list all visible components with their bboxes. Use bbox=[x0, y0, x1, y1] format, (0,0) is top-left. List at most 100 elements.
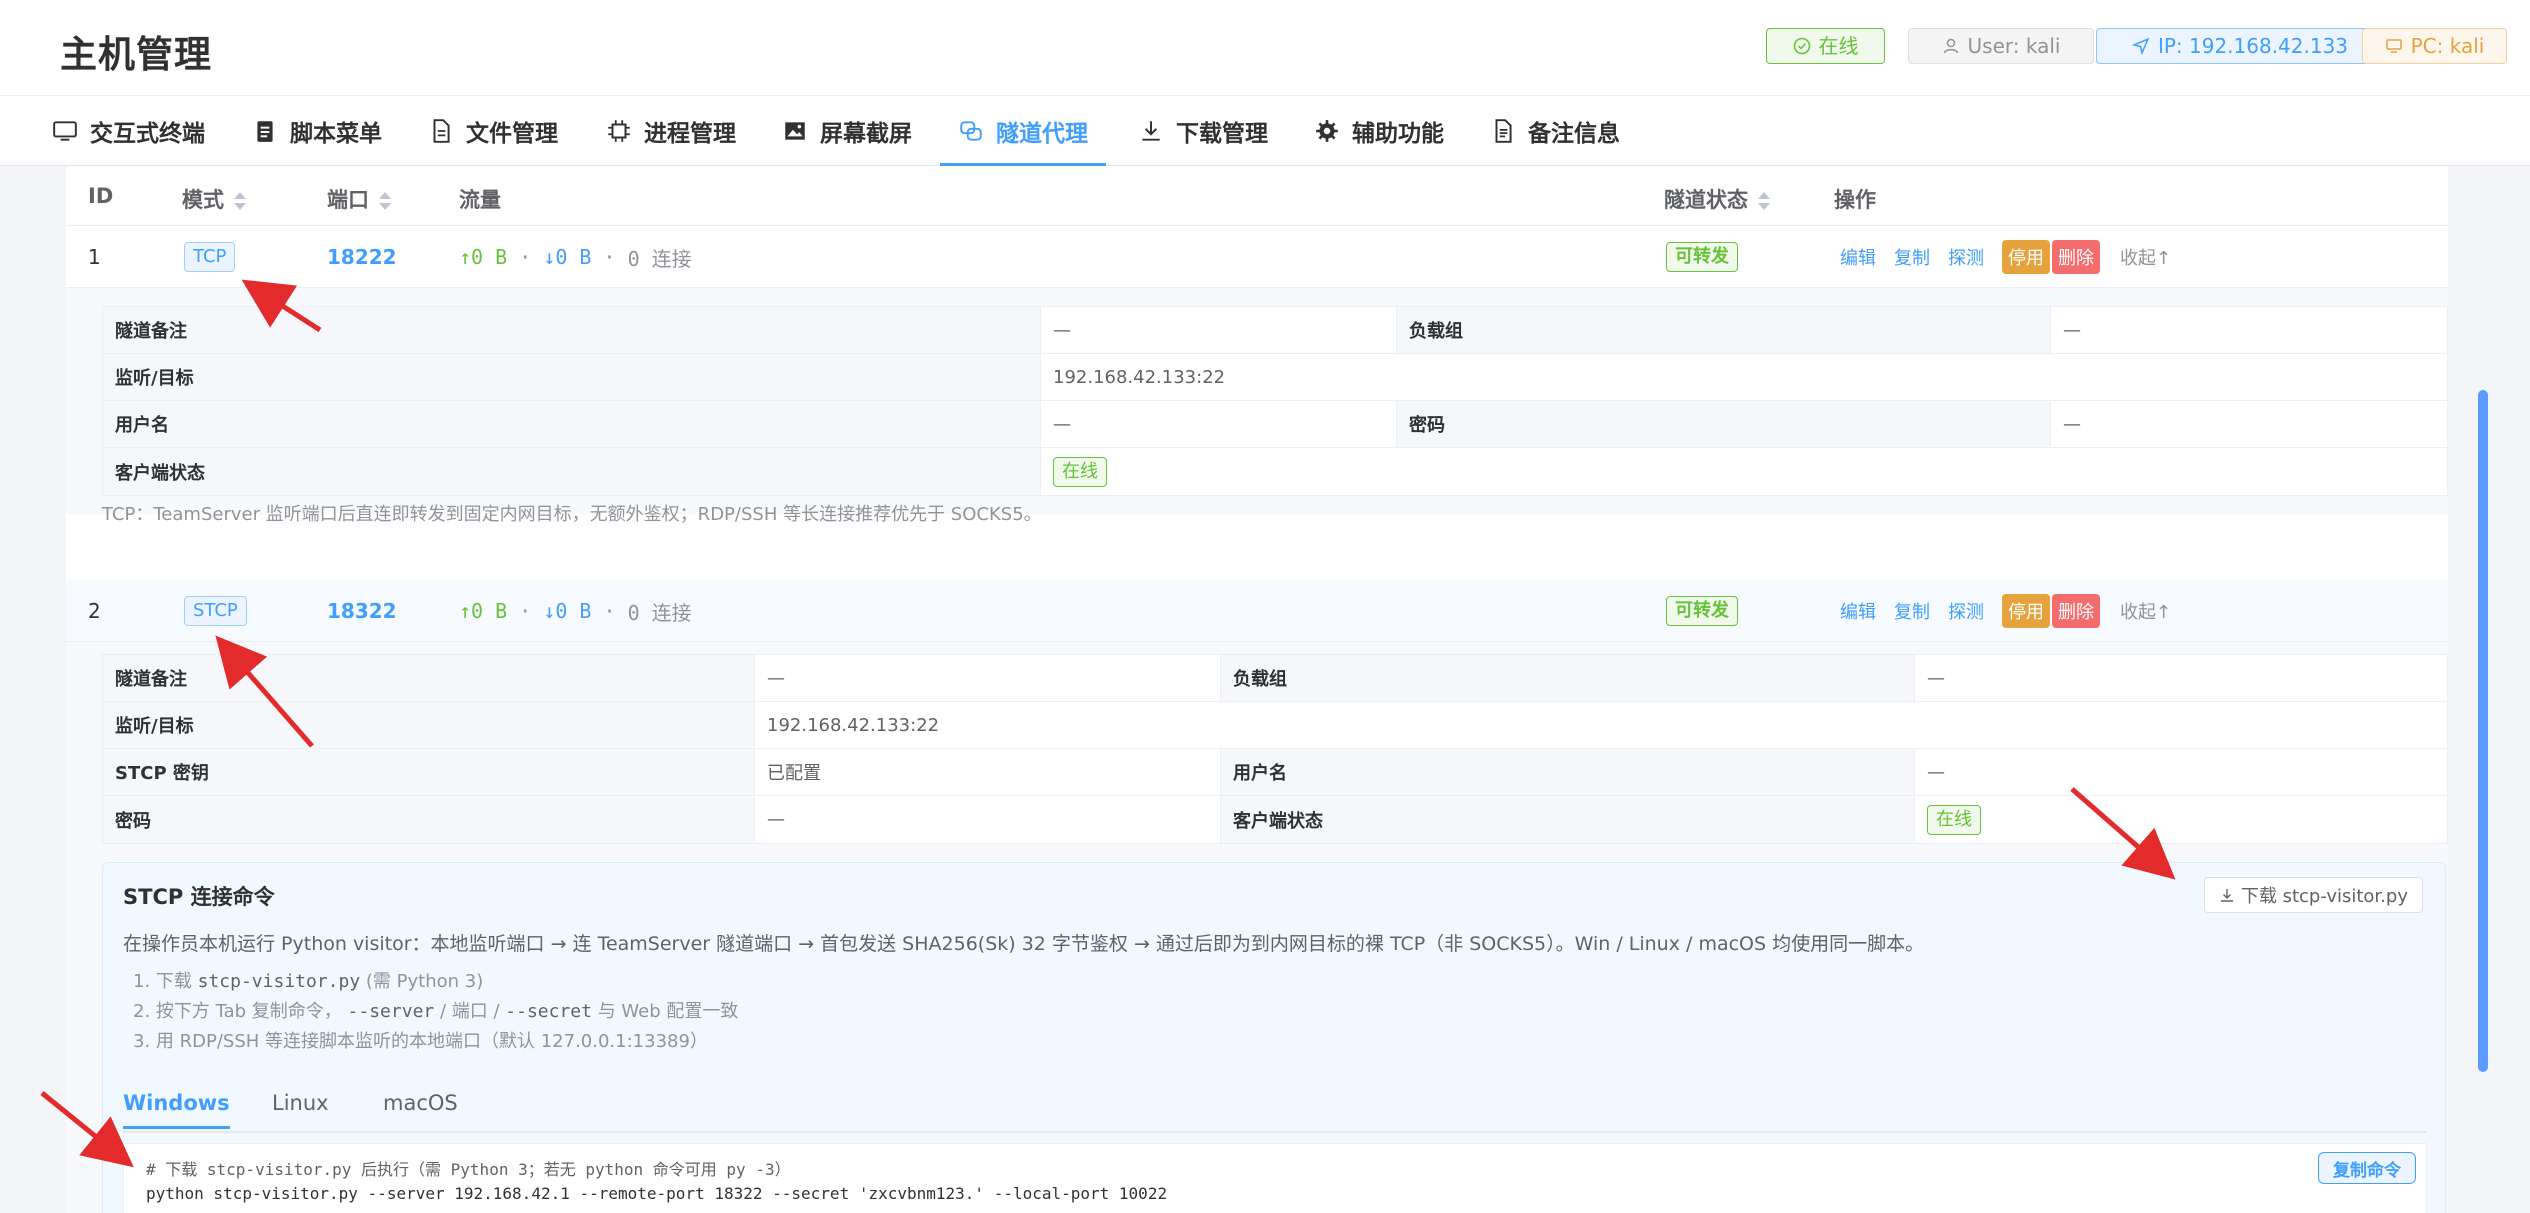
step-1: 1. 下载 stcp-visitor.py (需 Python 3) bbox=[133, 971, 484, 992]
detail-value: — bbox=[1915, 749, 2448, 796]
detail-label: 监听/目标 bbox=[103, 702, 755, 749]
tab-screenshot[interactable]: 屏幕截屏 bbox=[764, 96, 930, 166]
detail-table: 隧道备注 — 负载组 — 监听/目标 192.168.42.133:22 STC… bbox=[102, 654, 2448, 844]
detail-label: 客户端状态 bbox=[1221, 796, 1915, 843]
tab-label: 脚本菜单 bbox=[290, 121, 382, 147]
traffic-down: ↓0 B bbox=[543, 599, 592, 623]
probe-link[interactable]: 探测 bbox=[1948, 244, 1984, 270]
image-icon bbox=[785, 122, 805, 140]
tab-windows[interactable]: Windows bbox=[123, 1091, 230, 1129]
col-mode-header[interactable]: 模式 bbox=[182, 184, 246, 214]
copy-link[interactable]: 复制 bbox=[1894, 244, 1930, 270]
edit-link[interactable]: 编辑 bbox=[1840, 598, 1876, 624]
detail-label: STCP 密钥 bbox=[103, 749, 755, 796]
main-tabs: 交互式终端 脚本菜单 文件管理 进程管理 屏幕截屏 隧道代理 下载管理 辅助功能… bbox=[0, 96, 2530, 166]
tab-scripts[interactable]: 脚本菜单 bbox=[234, 96, 400, 166]
pc-badge: PC: kali bbox=[2362, 28, 2507, 64]
link-icon bbox=[960, 121, 982, 141]
detail-label: 负载组 bbox=[1221, 655, 1915, 702]
disable-button[interactable]: 停用 bbox=[2002, 594, 2050, 628]
monitor-icon bbox=[53, 121, 77, 141]
online-status-badge: 在线 bbox=[1766, 28, 1885, 64]
row-detail-1: 隧道备注 — 负载组 — 监听/目标 192.168.42.133:22 用户名… bbox=[66, 288, 2448, 525]
detail-label: 负载组 bbox=[1397, 307, 2051, 354]
file-icon bbox=[433, 119, 450, 143]
tunnel-state-tag: 可转发 bbox=[1666, 596, 1738, 626]
user-badge: User: kali bbox=[1908, 28, 2094, 64]
send-icon bbox=[2131, 37, 2150, 55]
stcp-panel-title: STCP 连接命令 bbox=[123, 885, 275, 909]
sort-icon bbox=[379, 192, 391, 210]
check-circle-icon bbox=[1793, 37, 1810, 55]
stcp-command-panel: STCP 连接命令 下载 stcp-visitor.py 在操作员本机运行 Py… bbox=[102, 862, 2446, 1213]
table-row: 2 STCP 18322 ↑0 B · ↓0 B · 0 连接 可转发 编辑 复… bbox=[66, 580, 2448, 642]
port-value: 18322 bbox=[327, 599, 397, 623]
cpu-icon bbox=[608, 120, 630, 142]
mode-tag: STCP bbox=[184, 596, 247, 626]
col-state-header[interactable]: 隧道状态 bbox=[1664, 184, 1770, 214]
user-icon bbox=[1943, 38, 1958, 54]
traffic-up: ↑0 B bbox=[459, 245, 508, 269]
pc-label: PC: kali bbox=[2410, 34, 2485, 58]
download-visitor-button[interactable]: 下载 stcp-visitor.py bbox=[2203, 877, 2423, 913]
detail-label: 客户端状态 bbox=[103, 448, 1041, 495]
sort-icon bbox=[1758, 192, 1770, 210]
traffic-summary: ↑0 B · ↓0 B · 0 连接 bbox=[459, 226, 692, 288]
command-code-block[interactable]: # 下载 stcp-visitor.py 后执行（需 Python 3；若无 p… bbox=[123, 1143, 2427, 1213]
clipboard-icon bbox=[257, 121, 273, 142]
row-id: 1 bbox=[88, 245, 101, 269]
tab-auxiliary[interactable]: 辅助功能 bbox=[1296, 96, 1462, 166]
col-traffic-header: 流量 bbox=[459, 188, 501, 212]
stcp-steps: 1. 下载 stcp-visitor.py (需 Python 3) 2. 按下… bbox=[133, 967, 738, 1057]
os-tabs: Windows Linux macOS bbox=[123, 1083, 2427, 1133]
ip-label: IP: 192.168.42.133 bbox=[2157, 34, 2349, 58]
tab-downloads[interactable]: 下载管理 bbox=[1120, 96, 1286, 166]
code-comment-line: # 下载 stcp-visitor.py 后执行（需 Python 3；若无 p… bbox=[146, 1160, 791, 1179]
tab-linux[interactable]: Linux bbox=[272, 1091, 329, 1115]
edit-link[interactable]: 编辑 bbox=[1840, 244, 1876, 270]
client-status-tag: 在线 bbox=[1927, 804, 1981, 835]
tab-processes[interactable]: 进程管理 bbox=[588, 96, 754, 166]
tab-tunnel-proxy[interactable]: 隧道代理 bbox=[940, 96, 1106, 166]
col-id-header: ID bbox=[88, 184, 114, 208]
col-ops-header: 操作 bbox=[1834, 188, 1876, 212]
copy-command-button[interactable]: 复制命令 bbox=[2318, 1152, 2416, 1184]
delete-button[interactable]: 删除 bbox=[2052, 594, 2100, 628]
delete-button[interactable]: 删除 bbox=[2052, 240, 2100, 274]
detail-value: 192.168.42.133:22 bbox=[1041, 354, 2448, 401]
download-icon bbox=[1142, 121, 1160, 141]
probe-link[interactable]: 探测 bbox=[1948, 598, 1984, 624]
disable-button[interactable]: 停用 bbox=[2002, 240, 2050, 274]
stcp-description: 在操作员本机运行 Python visitor：本地监听端口 → 连 TeamS… bbox=[123, 933, 1925, 955]
tab-label: 文件管理 bbox=[466, 121, 558, 147]
connection-count: 0 连接 bbox=[627, 600, 692, 625]
copy-link[interactable]: 复制 bbox=[1894, 598, 1930, 624]
download-button-label: 下载 stcp-visitor.py bbox=[2240, 886, 2408, 907]
collapse-link[interactable]: 收起↑ bbox=[2120, 598, 2171, 624]
tab-terminal[interactable]: 交互式终端 bbox=[34, 96, 223, 166]
tab-macos[interactable]: macOS bbox=[383, 1091, 458, 1115]
gear-icon bbox=[1316, 120, 1338, 142]
tab-notes[interactable]: 备注信息 bbox=[1472, 96, 1638, 166]
collapse-link[interactable]: 收起↑ bbox=[2120, 244, 2171, 270]
tab-label: 下载管理 bbox=[1176, 121, 1268, 147]
step-2: 2. 按下方 Tab 复制命令， --server / 端口 / --secre… bbox=[133, 1001, 739, 1022]
traffic-up: ↑0 B bbox=[459, 599, 508, 623]
detail-value: — bbox=[755, 796, 1221, 843]
download-icon bbox=[2220, 889, 2233, 902]
detail-value: — bbox=[1041, 401, 1397, 448]
ip-badge: IP: 192.168.42.133 bbox=[2096, 28, 2384, 64]
tab-label: 进程管理 bbox=[644, 121, 736, 147]
scrollbar-thumb[interactable] bbox=[2478, 390, 2488, 1072]
tab-label: 备注信息 bbox=[1528, 121, 1620, 147]
table-row: 1 TCP 18222 ↑0 B · ↓0 B · 0 连接 可转发 编辑 复制… bbox=[66, 226, 2448, 288]
detail-value: — bbox=[755, 655, 1221, 702]
col-port-header[interactable]: 端口 bbox=[327, 184, 391, 214]
step-3: 3. 用 RDP/SSH 等连接脚本监听的本地端口（默认 127.0.0.1:1… bbox=[133, 1031, 708, 1052]
detail-label: 密码 bbox=[1397, 401, 2051, 448]
detail-value: 192.168.42.133:22 bbox=[755, 702, 2448, 749]
page-title: 主机管理 bbox=[60, 33, 212, 76]
tab-files[interactable]: 文件管理 bbox=[410, 96, 576, 166]
document-icon bbox=[1495, 119, 1512, 143]
mode-tag: TCP bbox=[184, 242, 236, 272]
